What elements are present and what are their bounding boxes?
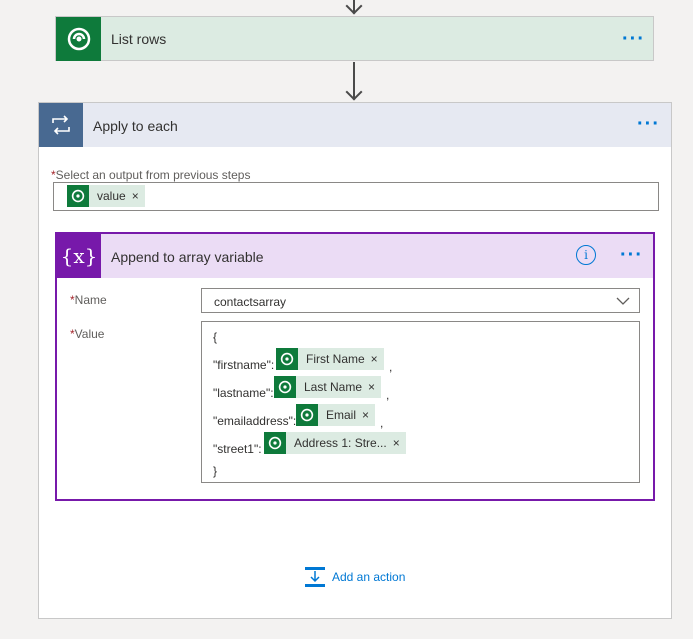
first-name-token[interactable]: First Name × [276, 348, 384, 370]
remove-token-icon[interactable]: × [371, 352, 384, 366]
remove-token-icon[interactable]: × [362, 408, 375, 422]
add-an-action-button[interactable]: Add an action [304, 566, 405, 588]
list-rows-title: List rows [111, 31, 167, 47]
apply-to-each-title: Apply to each [93, 118, 178, 134]
address-street-token[interactable]: Address 1: Stre... × [264, 432, 406, 454]
select-output-field[interactable]: value × [53, 182, 659, 211]
value-label: *Value [70, 327, 105, 341]
street1-key: "street1": [213, 442, 262, 456]
value-field[interactable]: { "firstname": First Name × , "lastname"… [201, 321, 640, 483]
chevron-down-icon [616, 297, 630, 305]
list-rows-more-button[interactable]: ··· [622, 29, 645, 49]
remove-token-icon[interactable]: × [132, 189, 145, 203]
dataverse-icon [296, 404, 318, 426]
info-icon[interactable]: i [576, 245, 596, 265]
dataverse-icon [67, 185, 89, 207]
email-token[interactable]: Email × [296, 404, 376, 426]
name-label: *Name [70, 293, 107, 307]
last-name-token[interactable]: Last Name × [274, 376, 382, 398]
value-token[interactable]: value × [67, 185, 145, 207]
loop-icon [39, 103, 83, 147]
append-more-button[interactable]: ··· [620, 245, 643, 265]
name-value: contactsarray [214, 295, 287, 309]
firstname-key: "firstname": [213, 358, 275, 372]
remove-token-icon[interactable]: × [393, 436, 406, 450]
append-to-array-card: {x} Append to array variable i ··· *Name… [55, 232, 655, 501]
flow-arrow-icon [345, 0, 363, 15]
apply-to-each-header[interactable]: Apply to each ··· [39, 103, 671, 147]
comma: , [380, 416, 384, 430]
dataverse-icon [56, 17, 101, 61]
variable-icon: {x} [57, 234, 101, 278]
dataverse-icon [274, 376, 296, 398]
comma: , [389, 360, 393, 374]
add-action-icon [305, 567, 325, 587]
remove-token-icon[interactable]: × [368, 380, 381, 394]
append-to-array-header[interactable]: {x} Append to array variable i ··· [57, 234, 653, 278]
list-rows-card[interactable]: List rows ··· [55, 16, 654, 61]
comma: , [386, 388, 390, 402]
name-select[interactable]: contactsarray [201, 288, 640, 313]
emailaddress-key: "emailaddress": [213, 414, 297, 428]
dataverse-icon [276, 348, 298, 370]
dataverse-icon [264, 432, 286, 454]
lastname-key: "lastname": [213, 386, 274, 400]
json-open-brace: { [213, 330, 218, 344]
apply-to-each-more-button[interactable]: ··· [637, 114, 660, 134]
flow-arrow-icon [345, 83, 363, 101]
json-close-brace: } [213, 464, 218, 478]
select-output-label: *Select an output from previous steps [51, 168, 251, 182]
add-an-action-label: Add an action [332, 570, 406, 584]
append-to-array-title: Append to array variable [111, 249, 264, 265]
